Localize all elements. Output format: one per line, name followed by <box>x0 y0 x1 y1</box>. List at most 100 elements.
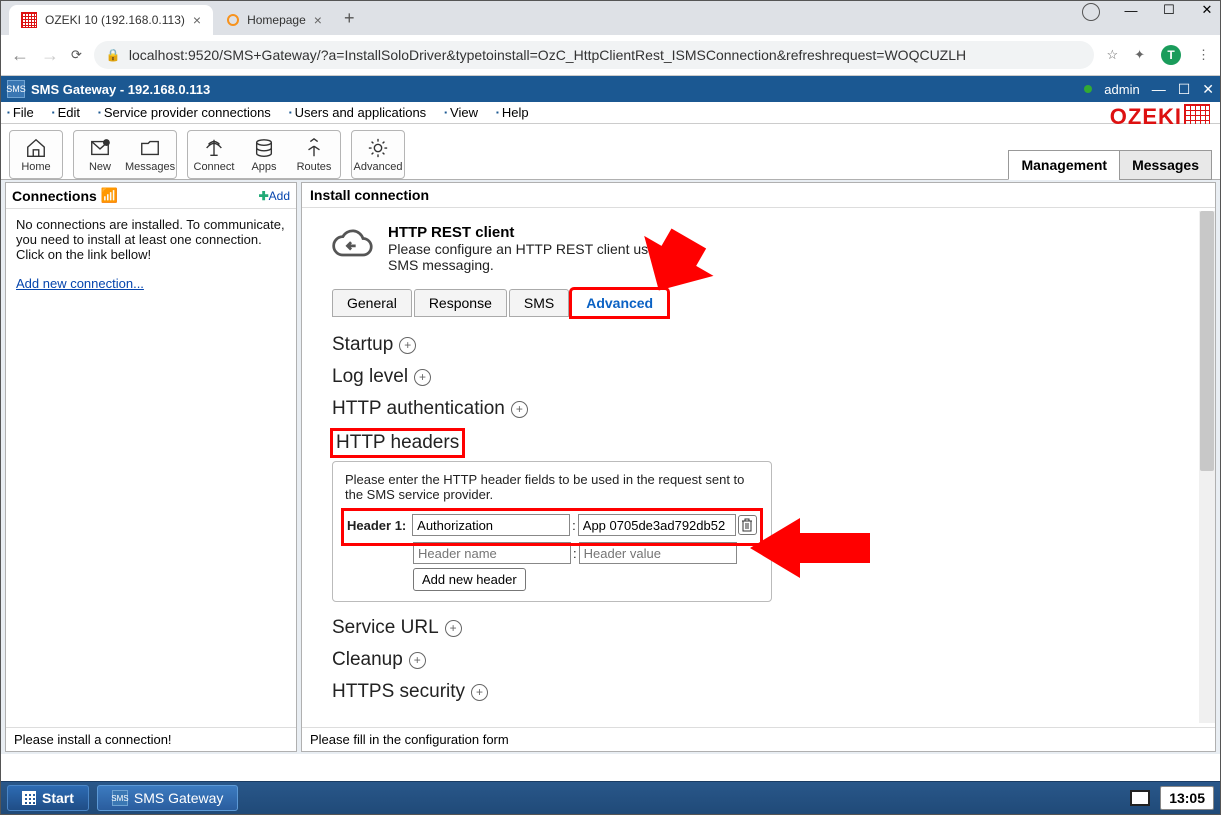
content-body: HTTP REST client Please configure an HTT… <box>302 208 1215 727</box>
tab-sms[interactable]: SMS <box>509 289 569 317</box>
header-1-label: Header 1: <box>347 518 410 533</box>
menu-view[interactable]: View <box>444 105 478 120</box>
close-tab-icon[interactable]: × <box>314 12 322 28</box>
menu-bar: File Edit Service provider connections U… <box>1 102 1220 124</box>
reload-button[interactable]: ⟳ <box>71 47 82 63</box>
expand-icon: + <box>409 652 426 669</box>
section-cleanup[interactable]: Cleanup+ <box>332 644 1197 676</box>
header-row-blank: : <box>345 542 759 564</box>
menu-users-apps[interactable]: Users and applications <box>289 105 426 120</box>
taskbar-app-button[interactable]: SMSSMS Gateway <box>97 785 238 811</box>
avatar[interactable]: T <box>1161 45 1181 65</box>
sidebar-body: No connections are installed. To communi… <box>6 209 296 727</box>
star-icon[interactable]: ☆ <box>1106 47 1118 63</box>
home-button[interactable]: Home <box>14 134 58 175</box>
app-maximize-icon[interactable]: ☐ <box>1178 81 1191 98</box>
app-user[interactable]: admin <box>1104 82 1139 97</box>
tab-favicon-homepage <box>227 14 239 26</box>
connect-button[interactable]: Connect <box>192 134 236 175</box>
browser-tab-title: Homepage <box>247 13 306 27</box>
header-row-1: Header 1: : <box>345 512 759 542</box>
sidebar-footer: Please install a connection! <box>6 727 296 751</box>
red-arrow-icon <box>750 518 870 578</box>
browser-chrome: OZEKI 10 (192.168.0.113) × Homepage × + … <box>1 1 1220 76</box>
taskbar: Start SMSSMS Gateway 13:05 <box>1 781 1220 814</box>
routes-button[interactable]: Routes <box>292 134 336 175</box>
menu-help[interactable]: Help <box>496 105 529 120</box>
add-header-button[interactable]: Add new header <box>413 568 526 591</box>
section-https-security[interactable]: HTTPS security+ <box>332 676 1197 708</box>
forward-button[interactable]: → <box>41 45 59 66</box>
tool-label: New <box>89 161 111 173</box>
browser-tab-active[interactable]: OZEKI 10 (192.168.0.113) × <box>9 5 213 35</box>
http-headers-description: Please enter the HTTP header fields to b… <box>345 472 759 502</box>
section-startup[interactable]: Startup+ <box>332 329 1197 361</box>
sidebar-add-link[interactable]: ✚Add <box>259 189 290 203</box>
browser-tab-inactive[interactable]: Homepage × <box>215 5 334 35</box>
vertical-scrollbar[interactable] <box>1199 211 1215 723</box>
header-name-input[interactable] <box>413 542 571 564</box>
driver-header: HTTP REST client Please configure an HTT… <box>330 224 1199 273</box>
add-connection-link[interactable]: Add new connection... <box>16 276 144 291</box>
sidebar: Connections 📶 ✚Add No connections are in… <box>5 182 297 752</box>
kebab-menu-icon[interactable]: ⋮ <box>1197 47 1210 63</box>
tray-monitor-icon[interactable] <box>1130 790 1150 806</box>
lock-icon: 🔒 <box>106 48 121 62</box>
maximize-icon[interactable]: ☐ <box>1162 3 1176 17</box>
profile-icon[interactable] <box>1082 3 1100 21</box>
close-window-icon[interactable]: ✕ <box>1200 3 1214 17</box>
menu-service-provider[interactable]: Service provider connections <box>98 105 271 120</box>
expand-icon: + <box>471 684 488 701</box>
apps-button[interactable]: Apps <box>242 134 286 175</box>
back-button[interactable]: ← <box>11 45 29 66</box>
new-tab-button[interactable]: + <box>336 8 363 29</box>
tool-group: Advanced <box>351 130 405 179</box>
tool-label: Apps <box>251 161 276 173</box>
tab-general[interactable]: General <box>332 289 412 317</box>
window-controls: — ☐ ✕ <box>1082 3 1214 21</box>
minimize-icon[interactable]: — <box>1124 3 1138 17</box>
app-title: SMS Gateway - 192.168.0.113 <box>31 82 210 97</box>
messages-button[interactable]: Messages <box>128 134 172 175</box>
config-tabs: General Response SMS Advanced <box>330 287 1199 319</box>
browser-address-row: ← → ⟳ 🔒 localhost:9520/SMS+Gateway/?a=In… <box>1 35 1220 75</box>
close-tab-icon[interactable]: × <box>193 12 201 28</box>
tab-management[interactable]: Management <box>1008 150 1120 180</box>
browser-tab-bar: OZEKI 10 (192.168.0.113) × Homepage × + … <box>1 1 1220 35</box>
section-loglevel[interactable]: Log level+ <box>332 361 1197 393</box>
tab-favicon-ozeki <box>21 12 37 28</box>
expand-icon: + <box>414 369 431 386</box>
menu-edit[interactable]: Edit <box>52 105 80 120</box>
url-bar[interactable]: 🔒 localhost:9520/SMS+Gateway/?a=InstallS… <box>94 41 1095 69</box>
tool-group: Home <box>9 130 63 179</box>
menu-file[interactable]: File <box>7 105 34 120</box>
url-text: localhost:9520/SMS+Gateway/?a=InstallSol… <box>129 47 966 63</box>
scrollbar-thumb[interactable] <box>1200 211 1214 471</box>
section-service-url[interactable]: Service URL+ <box>332 612 1197 644</box>
app-icon: SMS <box>112 790 128 806</box>
antenna-icon: 📶 <box>101 187 118 204</box>
browser-toolbar-icons: ☆ ✦ T ⋮ <box>1106 45 1210 65</box>
header-1-name-input[interactable] <box>412 514 570 536</box>
header-value-input[interactable] <box>579 542 737 564</box>
expand-icon: + <box>445 620 462 637</box>
sidebar-title: Connections 📶 <box>12 187 118 204</box>
new-button[interactable]: New <box>78 134 122 175</box>
tab-response[interactable]: Response <box>414 289 507 317</box>
header-1-value-input[interactable] <box>578 514 736 536</box>
taskbar-clock: 13:05 <box>1160 786 1214 810</box>
start-button[interactable]: Start <box>7 785 89 811</box>
content-footer: Please fill in the configuration form <box>302 727 1215 751</box>
app-icon: SMS <box>7 80 25 98</box>
app-minimize-icon[interactable]: — <box>1152 81 1166 97</box>
tab-messages[interactable]: Messages <box>1119 150 1212 180</box>
advanced-button[interactable]: Advanced <box>356 134 400 175</box>
app-close-icon[interactable]: ✕ <box>1202 81 1214 98</box>
ozeki-grid-icon <box>1184 104 1210 126</box>
section-httpheaders[interactable]: HTTP headers <box>332 425 1197 461</box>
extension-icon[interactable]: ✦ <box>1134 47 1145 63</box>
sidebar-header: Connections 📶 ✚Add <box>6 183 296 209</box>
section-httpauth[interactable]: HTTP authentication+ <box>332 393 1197 425</box>
tool-label: Home <box>21 161 50 173</box>
tool-label: Messages <box>125 161 175 173</box>
